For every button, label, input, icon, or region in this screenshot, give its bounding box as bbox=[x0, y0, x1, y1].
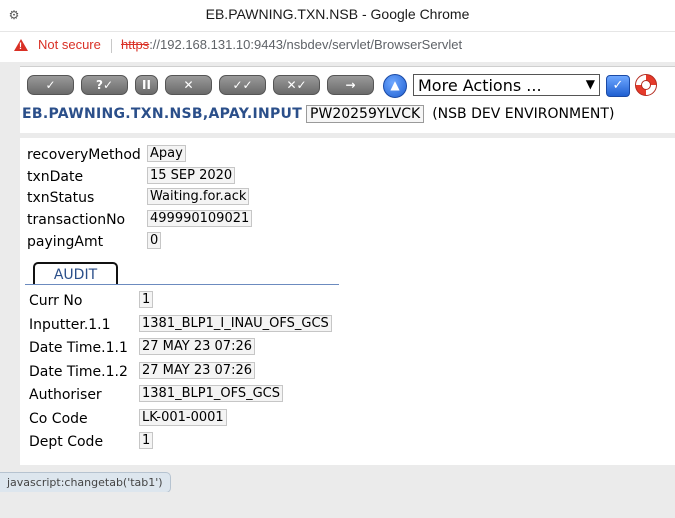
more-actions-select[interactable]: More Actions ... ▼ bbox=[413, 74, 600, 96]
tab-audit[interactable]: AUDIT bbox=[33, 262, 118, 284]
delete-button[interactable]: ✕ bbox=[165, 75, 212, 95]
audit-label: Co Code bbox=[29, 411, 88, 427]
audit-date-time-1: Date Time.1.1 27 MAY 23 07:26 bbox=[29, 338, 255, 356]
next-button[interactable]: → bbox=[327, 75, 374, 95]
audit-value: 1381_BLP1_OFS_GCS bbox=[139, 385, 283, 402]
audit-inputter: Inputter.1.1 1381_BLP1_I_INAU_OFS_GCS bbox=[29, 315, 332, 333]
field-label: payingAmt bbox=[27, 234, 104, 250]
environment-label: (NSB DEV ENVIRONMENT) bbox=[432, 106, 615, 122]
app-name: EB.PAWNING.TXN.NSB,APAY.INPUT bbox=[22, 106, 303, 122]
reverse-button[interactable]: ✕✓ bbox=[273, 75, 320, 95]
field-value: Apay bbox=[147, 145, 186, 162]
audit-curr-no: Curr No 1 bbox=[29, 291, 154, 309]
field-label: recoveryMethod bbox=[27, 147, 141, 163]
window-title: EB.PAWNING.TXN.NSB - Google Chrome bbox=[205, 6, 470, 22]
status-bar: javascript:changetab('tab1') bbox=[0, 472, 171, 493]
security-label[interactable]: Not secure bbox=[38, 37, 101, 52]
audit-authoriser: Authoriser 1381_BLP1_OFS_GCS bbox=[29, 385, 283, 403]
audit-value: 27 MAY 23 07:26 bbox=[139, 338, 255, 355]
record-panel: recoveryMethod Apay txnDate 15 SEP 2020 … bbox=[20, 138, 675, 465]
go-button[interactable]: ✓ bbox=[606, 75, 630, 97]
field-paying-amt: payingAmt 0 bbox=[27, 232, 162, 250]
audit-date-time-2: Date Time.1.2 27 MAY 23 07:26 bbox=[29, 362, 255, 380]
audit-label: Dept Code bbox=[29, 434, 104, 450]
audit-label: Date Time.1.1 bbox=[29, 340, 128, 356]
audit-value: 27 MAY 23 07:26 bbox=[139, 362, 255, 379]
field-txn-date: txnDate 15 SEP 2020 bbox=[27, 167, 236, 185]
hold-check-button[interactable]: ?✓ bbox=[81, 75, 128, 95]
url-text[interactable]: https://192.168.131.10:9443/nsbdev/servl… bbox=[121, 37, 462, 52]
app-heading: EB.PAWNING.TXN.NSB,APAY.INPUT PW20259YLVC… bbox=[22, 105, 614, 123]
lifebuoy-icon[interactable] bbox=[635, 74, 657, 96]
authorise-button[interactable]: ✓✓ bbox=[219, 75, 266, 95]
field-recovery-method: recoveryMethod Apay bbox=[27, 145, 186, 163]
field-value: 15 SEP 2020 bbox=[147, 167, 236, 184]
warning-icon[interactable]: ! bbox=[14, 39, 28, 51]
audit-value: 1381_BLP1_I_INAU_OFS_GCS bbox=[139, 315, 332, 332]
field-transaction-no: transactionNo 499990109021 bbox=[27, 210, 253, 228]
address-divider bbox=[111, 39, 112, 53]
field-label: transactionNo bbox=[27, 212, 126, 228]
page-content: ✓ ?✓ II ✕ ✓✓ ✕✓ → ▲ More Actions ... ▼ ✓… bbox=[0, 62, 675, 518]
audit-value: LK-001-0001 bbox=[139, 409, 227, 426]
url-rest: ://192.168.131.10:9443/nsbdev/servlet/Br… bbox=[149, 37, 463, 52]
field-value: Waiting.for.ack bbox=[147, 188, 250, 205]
more-actions-value: More Actions ... bbox=[418, 76, 542, 95]
url-protocol: https bbox=[121, 37, 150, 52]
audit-label: Inputter.1.1 bbox=[29, 317, 111, 333]
audit-co-code: Co Code LK-001-0001 bbox=[29, 409, 227, 427]
bottom-strip bbox=[0, 492, 675, 518]
field-label: txnDate bbox=[27, 169, 84, 185]
audit-label: Date Time.1.2 bbox=[29, 364, 128, 380]
toolbar: ✓ ?✓ II ✕ ✓✓ ✕✓ → ▲ More Actions ... ▼ ✓… bbox=[20, 66, 675, 133]
audit-label: Curr No bbox=[29, 293, 83, 309]
pause-button[interactable]: II bbox=[135, 75, 158, 95]
field-value: 0 bbox=[147, 232, 162, 249]
field-txn-status: txnStatus Waiting.for.ack bbox=[27, 188, 250, 206]
validate-button[interactable]: ✓ bbox=[27, 75, 74, 95]
tab-divider bbox=[25, 284, 339, 285]
field-label: txnStatus bbox=[27, 190, 95, 206]
address-bar[interactable]: ! Not secure https://192.168.131.10:9443… bbox=[0, 32, 675, 60]
window-title-bar: ⚙ EB.PAWNING.TXN.NSB - Google Chrome bbox=[0, 0, 675, 32]
transaction-id: PW20259YLVCK bbox=[306, 105, 425, 123]
audit-value: 1 bbox=[139, 291, 154, 308]
audit-value: 1 bbox=[139, 432, 154, 449]
up-arrow-icon[interactable]: ▲ bbox=[383, 74, 407, 98]
audit-dept-code: Dept Code 1 bbox=[29, 432, 154, 450]
chevron-down-icon: ▼ bbox=[585, 77, 595, 91]
field-value: 499990109021 bbox=[147, 210, 253, 227]
audit-label: Authoriser bbox=[29, 387, 102, 403]
